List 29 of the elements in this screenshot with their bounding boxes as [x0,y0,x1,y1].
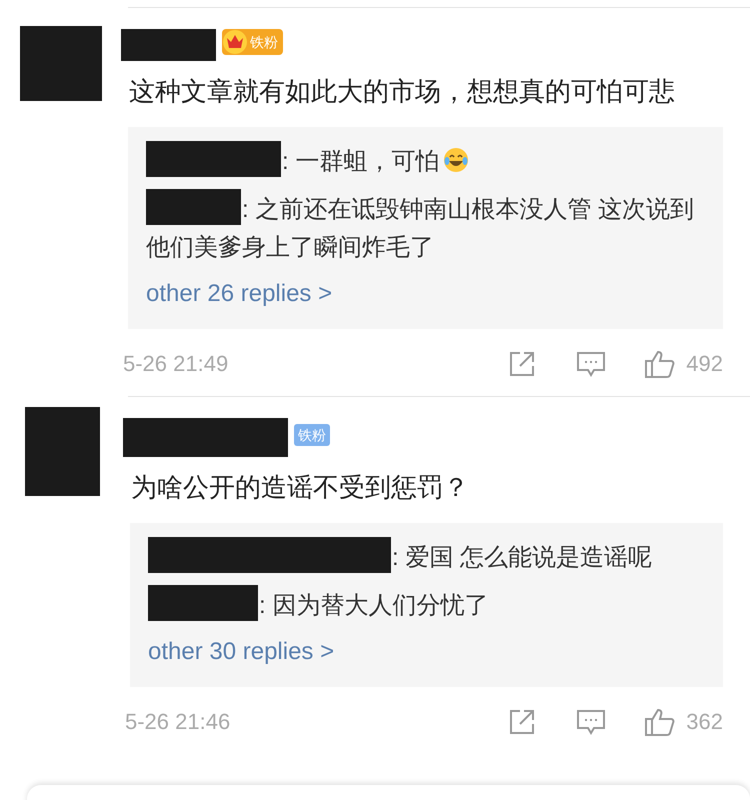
reply-text: : 因为替大人们分忧了 [148,585,488,625]
share-icon[interactable] [508,350,536,378]
like-count: 492 [686,350,723,378]
comment-icon[interactable] [576,708,606,736]
more-replies-link[interactable]: other 26 replies > [146,275,705,313]
username-redacted[interactable] [123,418,288,457]
reply-text: : 爱国 怎么能说是造谣呢 [148,537,652,577]
like-count: 362 [686,708,723,736]
replier-redacted[interactable] [146,141,281,177]
replier-redacted[interactable] [148,585,258,621]
comment-time: 5-26 21:49 [123,350,228,378]
comment-text: 这种文章就有如此大的市场，想想真的可怕可悲 [129,75,676,108]
username-redacted[interactable] [121,29,216,61]
more-replies-link[interactable]: other 30 replies > [148,633,705,671]
comment-time: 5-26 21:46 [125,708,230,736]
avatar-redacted[interactable] [20,26,102,101]
avatar-redacted[interactable] [25,407,100,496]
fan-badge: 铁粉 [222,29,283,55]
reply-text: : 之前还在诋毁钟南山根本没人管 这次说到他们美爹身上了瞬间炸毛了 [146,189,705,267]
fan-badge: 铁粉 [294,424,330,446]
reply-text: : 一群蛆，可怕 [146,141,470,181]
crown-icon [222,29,248,55]
comment-text: 为啥公开的造谣不受到惩罚？ [131,471,470,504]
comment-icon[interactable] [576,350,606,378]
replier-redacted[interactable] [148,537,391,573]
share-icon[interactable] [508,708,536,736]
thumbs-up-icon[interactable] [644,348,676,378]
replier-redacted[interactable] [146,189,241,225]
thumbs-up-icon[interactable] [644,706,676,736]
